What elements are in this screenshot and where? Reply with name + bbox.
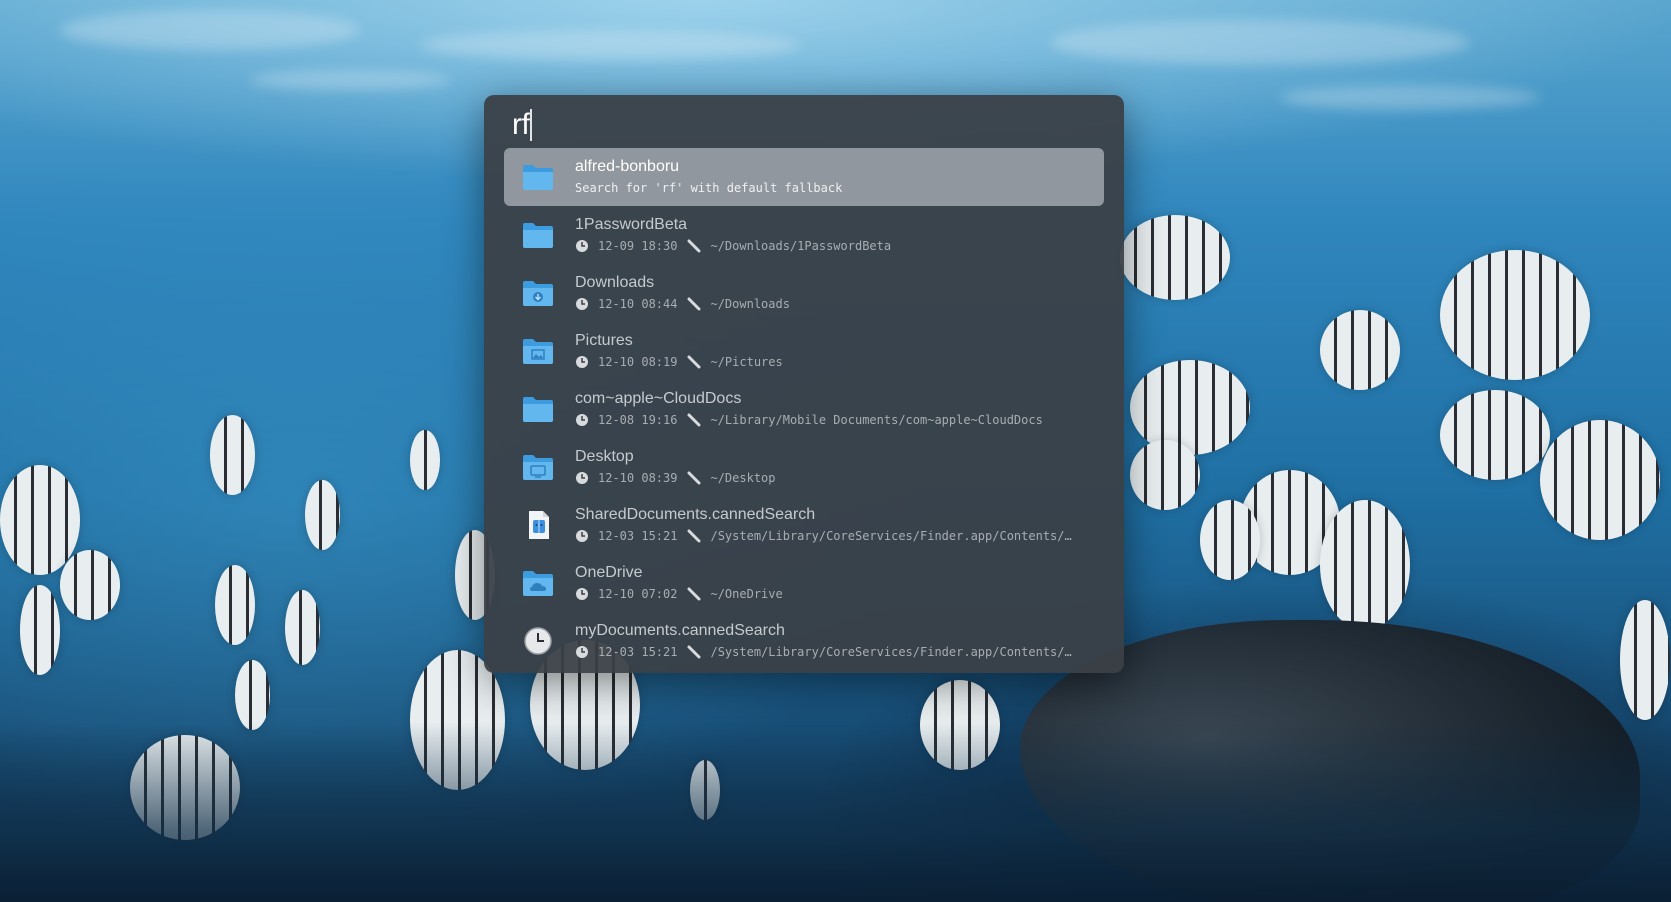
downloads-folder-icon	[523, 281, 553, 306]
clock-icon	[576, 588, 588, 600]
result-meta: 12-03 15:21 /System/Library/CoreServices…	[575, 645, 1072, 659]
folder-icon	[523, 397, 553, 422]
result-title: myDocuments.cannedSearch	[575, 622, 785, 639]
search-input[interactable]: rf	[512, 103, 1104, 147]
path-icon	[687, 355, 701, 369]
search-query-text: rf	[512, 108, 530, 141]
path-icon	[687, 529, 701, 543]
result-path: ~/Library/Mobile Documents/com~apple~Clo…	[710, 413, 1043, 427]
result-time: 12-03 15:21	[598, 529, 678, 543]
result-path: ~/Desktop	[710, 471, 776, 485]
result-row[interactable]: SharedDocuments.cannedSearch 12-03 15:21…	[504, 496, 1104, 554]
results-list: alfred-bonboru Search for 'rf' with defa…	[504, 148, 1104, 670]
desktop-folder-icon	[523, 455, 553, 480]
recents-clock-icon	[524, 627, 552, 655]
result-meta: 12-10 08:19 ~/Pictures	[575, 355, 783, 369]
path-icon	[687, 297, 701, 311]
result-time: 12-10 07:02	[598, 587, 678, 601]
alfred-window: rf alfred-bonboru Search for 'rf' with d…	[484, 95, 1124, 673]
path-icon	[687, 645, 701, 659]
result-title: Desktop	[575, 448, 634, 465]
result-title: SharedDocuments.cannedSearch	[575, 506, 816, 523]
path-icon	[687, 239, 701, 253]
path-icon	[687, 471, 701, 485]
folder-icon	[523, 165, 553, 190]
result-title: Downloads	[575, 274, 655, 291]
result-meta: 12-03 15:21 /System/Library/CoreServices…	[575, 529, 1072, 543]
clock-icon	[576, 298, 588, 310]
result-title: OneDrive	[575, 564, 643, 581]
result-time: 12-10 08:44	[598, 297, 678, 311]
result-subtitle: Search for 'rf' with default fallback	[575, 181, 843, 195]
result-row[interactable]: Pictures 12-10 08:19 ~/Pictures	[504, 322, 1104, 380]
pictures-folder-icon	[523, 339, 553, 364]
result-meta: 12-09 18:30 ~/Downloads/1PasswordBeta	[575, 239, 891, 253]
result-row[interactable]: Desktop 12-10 08:39 ~/Desktop	[504, 438, 1104, 496]
result-row[interactable]: myDocuments.cannedSearch 12-03 15:21 /Sy…	[504, 612, 1104, 670]
result-title: com~apple~CloudDocs	[575, 390, 742, 407]
clock-icon	[576, 356, 588, 368]
path-icon	[687, 413, 701, 427]
clock-icon	[576, 414, 588, 426]
text-cursor	[530, 109, 533, 141]
result-time: 12-10 08:39	[598, 471, 678, 485]
clock-icon	[576, 530, 588, 542]
result-meta: 12-10 07:02 ~/OneDrive	[575, 587, 783, 601]
clock-icon	[576, 646, 588, 658]
result-meta: 12-10 08:39 ~/Desktop	[575, 471, 776, 485]
path-icon	[687, 587, 701, 601]
result-path: ~/Downloads/1PasswordBeta	[710, 239, 892, 253]
result-title: 1PasswordBeta	[575, 216, 688, 233]
folder-icon	[523, 223, 553, 248]
finder-document-icon	[529, 511, 549, 539]
result-title: Pictures	[575, 332, 633, 349]
result-row[interactable]: OneDrive 12-10 07:02 ~/OneDrive	[504, 554, 1104, 612]
result-path: /System/Library/CoreServices/Finder.app/…	[710, 645, 1072, 659]
result-title: alfred-bonboru	[575, 158, 680, 175]
result-time: 12-08 19:16	[598, 413, 678, 427]
result-row[interactable]: alfred-bonboru Search for 'rf' with defa…	[504, 148, 1104, 206]
result-path: ~/OneDrive	[710, 587, 783, 601]
result-row[interactable]: Downloads 12-10 08:44 ~/Downloads	[504, 264, 1104, 322]
result-meta: 12-10 08:44 ~/Downloads	[575, 297, 790, 311]
clock-icon	[576, 472, 588, 484]
result-time: 12-03 15:21	[598, 645, 678, 659]
result-time: 12-09 18:30	[598, 239, 678, 253]
result-row[interactable]: 1PasswordBeta 12-09 18:30 ~/Downloads/1P…	[504, 206, 1104, 264]
result-path: ~/Pictures	[710, 355, 783, 369]
result-row[interactable]: com~apple~CloudDocs 12-08 19:16 ~/Librar…	[504, 380, 1104, 438]
onedrive-folder-icon	[523, 571, 553, 596]
result-meta: 12-08 19:16 ~/Library/Mobile Documents/c…	[575, 413, 1043, 427]
clock-icon	[576, 240, 588, 252]
result-path: ~/Downloads	[710, 297, 790, 311]
result-path: /System/Library/CoreServices/Finder.app/…	[710, 529, 1072, 543]
result-time: 12-10 08:19	[598, 355, 678, 369]
